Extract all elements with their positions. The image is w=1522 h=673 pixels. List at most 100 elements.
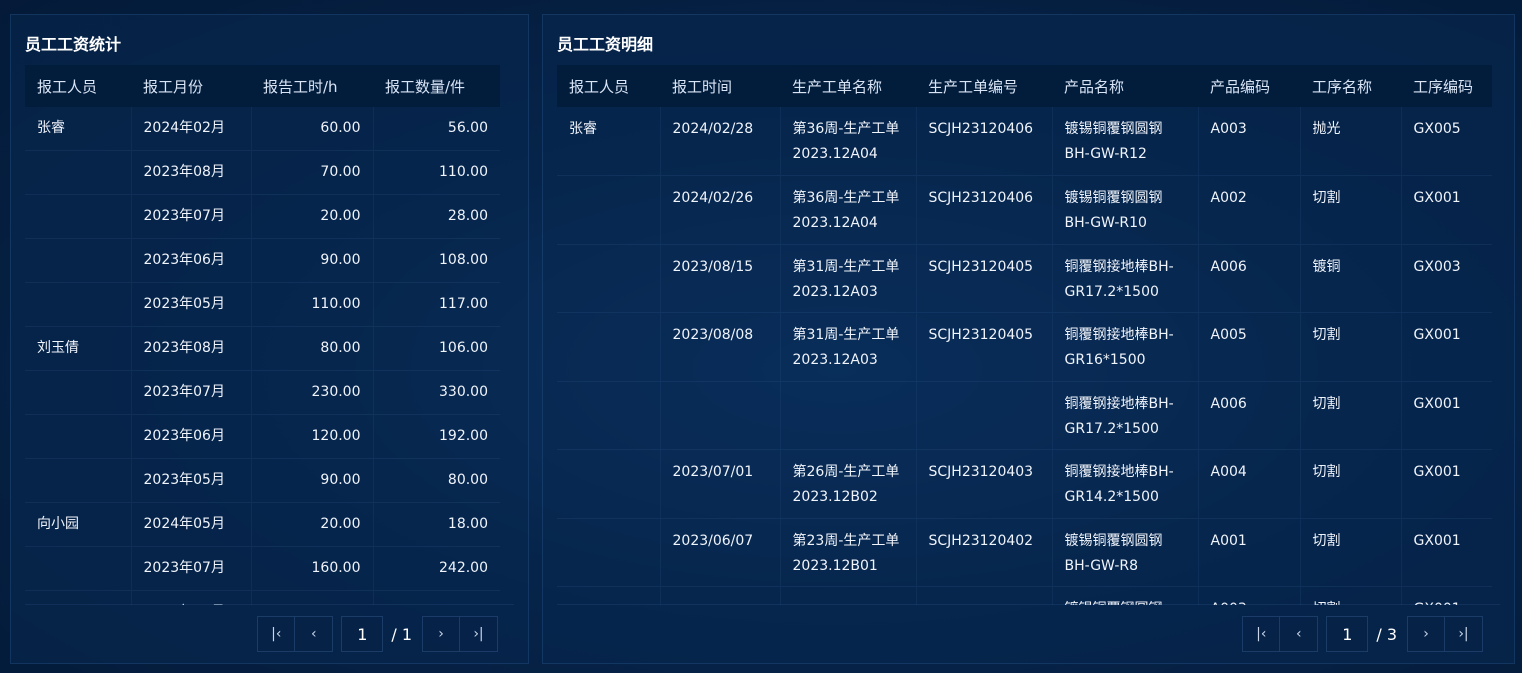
cell-month: 2023年08月 [130, 150, 251, 195]
table-row[interactable]: 2023年06月 120.00 192.00 [25, 414, 500, 459]
cell-person [557, 586, 660, 605]
cell-month: 2023年07月 [130, 370, 251, 415]
cell-order-no: SCJH23120405 [915, 244, 1052, 313]
cell-hours: 90.00 [250, 458, 373, 503]
salary-detail-title: 员工工资明细 [557, 35, 654, 54]
cell-process: 切割 [1299, 449, 1401, 519]
cell-process-code: GX001 [1400, 518, 1492, 587]
cell-person [25, 194, 131, 239]
header-qty: 报工数量/件 [373, 65, 500, 107]
cell-order-no: SCJH23120402 [915, 518, 1052, 587]
table-row[interactable]: 2023年07月 20.00 28.00 [25, 194, 500, 239]
cell-order-no: SCJH23120406 [915, 107, 1052, 176]
cell-hours: 110.00 [250, 282, 373, 327]
cell-person: 向小园 [25, 502, 131, 547]
first-page-button[interactable]: |‹ [257, 616, 296, 652]
cell-person [557, 449, 660, 519]
cell-process-code: GX001 [1400, 449, 1492, 519]
cell-time [659, 586, 780, 605]
cell-process: 切割 [1299, 381, 1401, 450]
table-row[interactable]: 2023/07/01 第26周-生产工单2023.12B02 SCJH2312040… [557, 449, 1492, 519]
cell-time [659, 381, 780, 450]
cell-product: 铜覆钢接地棒BH-GR14.2*1500 [1051, 449, 1198, 519]
cell-product-code: A006 [1197, 381, 1300, 450]
cell-order-no [915, 586, 1052, 605]
table-row[interactable]: 2023/08/08 第31周-生产工单2023.12A03 SCJH2312040… [557, 312, 1492, 382]
next-page-button[interactable]: › [422, 616, 460, 652]
last-page-icon: ›| [473, 626, 484, 642]
salary-detail-table-wrap[interactable]: 报工人员 报工时间 生产工单名称 生产工单编号 产品名称 产品编码 工序名称 工… [557, 65, 1492, 605]
last-page-button[interactable]: ›| [1445, 616, 1483, 652]
cell-person [25, 238, 131, 283]
salary-stats-header-row: 报工人员 报工月份 报告工时/h 报工数量/件 [25, 65, 500, 107]
cell-process-code: GX001 [1400, 381, 1492, 450]
cell-order-name: 第23周-生产工单2023.12B01 [779, 518, 916, 587]
table-row[interactable]: 2023年06月 90.00 108.00 [25, 238, 500, 283]
cell-month: 2023年06月 [130, 238, 251, 283]
chevron-left-icon: ‹ [311, 626, 317, 642]
cell-product: 镀锡铜覆钢圆钢BH-GW-R10 [1051, 175, 1198, 245]
table-row[interactable]: 铜覆钢接地棒BH-GR17.2*1500 A006 切割 GX001 [557, 381, 1492, 450]
cell-order-name [779, 586, 916, 605]
table-row[interactable]: 张睿 2024/02/28 第36周-生产工单2023.12A04 SCJH23120… [557, 107, 1492, 176]
prev-page-button[interactable]: ‹ [1280, 616, 1319, 652]
salary-detail-table: 报工人员 报工时间 生产工单名称 生产工单编号 产品名称 产品编码 工序名称 工… [557, 65, 1492, 605]
header-order-name: 生产工单名称 [780, 65, 916, 107]
pager-divider [557, 604, 1500, 605]
cell-qty: 80.00 [372, 458, 500, 503]
table-row[interactable]: 镀锡铜覆钢圆钢A003切割GX001 [557, 586, 1492, 605]
cell-person: 张睿 [557, 107, 660, 176]
table-row[interactable]: 向小园 2024年05月 20.00 18.00 [25, 502, 500, 547]
page-number-input[interactable] [1326, 616, 1369, 652]
cell-person: 张睿 [25, 107, 131, 151]
chevron-right-icon: › [1423, 626, 1429, 642]
table-row[interactable]: 2023年07月 230.00 330.00 [25, 370, 500, 415]
cell-person [25, 414, 131, 459]
header-process-code: 工序编码 [1401, 65, 1492, 107]
cell-hours: 90.00 [250, 238, 373, 283]
cell-process-code: GX001 [1400, 586, 1492, 605]
salary-stats-table-wrap[interactable]: 报工人员 报工月份 报告工时/h 报工数量/件 张睿 2024年02月 60.00 5… [25, 65, 506, 605]
cell-person [25, 458, 131, 503]
cell-product: 铜覆钢接地棒BH-GR16*1500 [1051, 312, 1198, 382]
cell-hours: 20.00 [250, 194, 373, 239]
next-page-button[interactable]: › [1407, 616, 1445, 652]
prev-page-button[interactable]: ‹ [295, 616, 334, 652]
cell-hours: 230.00 [250, 370, 373, 415]
table-row[interactable]: 2023年05月 90.00 80.00 [25, 458, 500, 503]
table-row[interactable]: 2024/02/26 第36周-生产工单2023.12A04 SCJH2312040… [557, 175, 1492, 245]
cell-process: 镀铜 [1299, 244, 1401, 313]
header-hours: 报告工时/h [251, 65, 373, 107]
table-row[interactable]: 2023年05月155.00170.00 [25, 590, 500, 605]
cell-hours: 80.00 [250, 326, 373, 371]
cell-person [25, 590, 131, 605]
cell-order-name: 第36周-生产工单2023.12A04 [779, 175, 916, 245]
cell-qty: 18.00 [372, 502, 500, 547]
cell-person [25, 370, 131, 415]
first-page-button[interactable]: |‹ [1242, 616, 1281, 652]
last-page-button[interactable]: ›| [460, 616, 498, 652]
cell-hours: 60.00 [250, 107, 373, 151]
cell-process-code: GX005 [1400, 107, 1492, 176]
cell-time: 2024/02/28 [659, 107, 780, 176]
cell-qty: 56.00 [372, 107, 500, 151]
cell-person [557, 518, 660, 587]
cell-qty: 117.00 [372, 282, 500, 327]
cell-qty: 110.00 [372, 150, 500, 195]
chevron-left-icon: ‹ [1296, 626, 1302, 642]
table-row[interactable]: 2023/06/07 第23周-生产工单2023.12B01 SCJH2312040… [557, 518, 1492, 587]
table-row[interactable]: 2023年05月 110.00 117.00 [25, 282, 500, 327]
table-row[interactable]: 2023/08/15 第31周-生产工单2023.12A03 SCJH2312040… [557, 244, 1492, 313]
salary-stats-title: 员工工资统计 [25, 35, 122, 54]
table-row[interactable]: 刘玉倩 2023年08月 80.00 106.00 [25, 326, 500, 371]
table-row[interactable]: 张睿 2024年02月 60.00 56.00 [25, 107, 500, 151]
cell-person: 刘玉倩 [25, 326, 131, 371]
last-page-icon: ›| [1458, 626, 1469, 642]
table-row[interactable]: 2023年08月 70.00 110.00 [25, 150, 500, 195]
page-number-input[interactable] [341, 616, 384, 652]
cell-process: 抛光 [1299, 107, 1401, 176]
cell-product-code: A001 [1197, 518, 1300, 587]
cell-product: 铜覆钢接地棒BH-GR17.2*1500 [1051, 244, 1198, 313]
cell-product-code: A003 [1197, 586, 1300, 605]
table-row[interactable]: 2023年07月 160.00 242.00 [25, 546, 500, 591]
